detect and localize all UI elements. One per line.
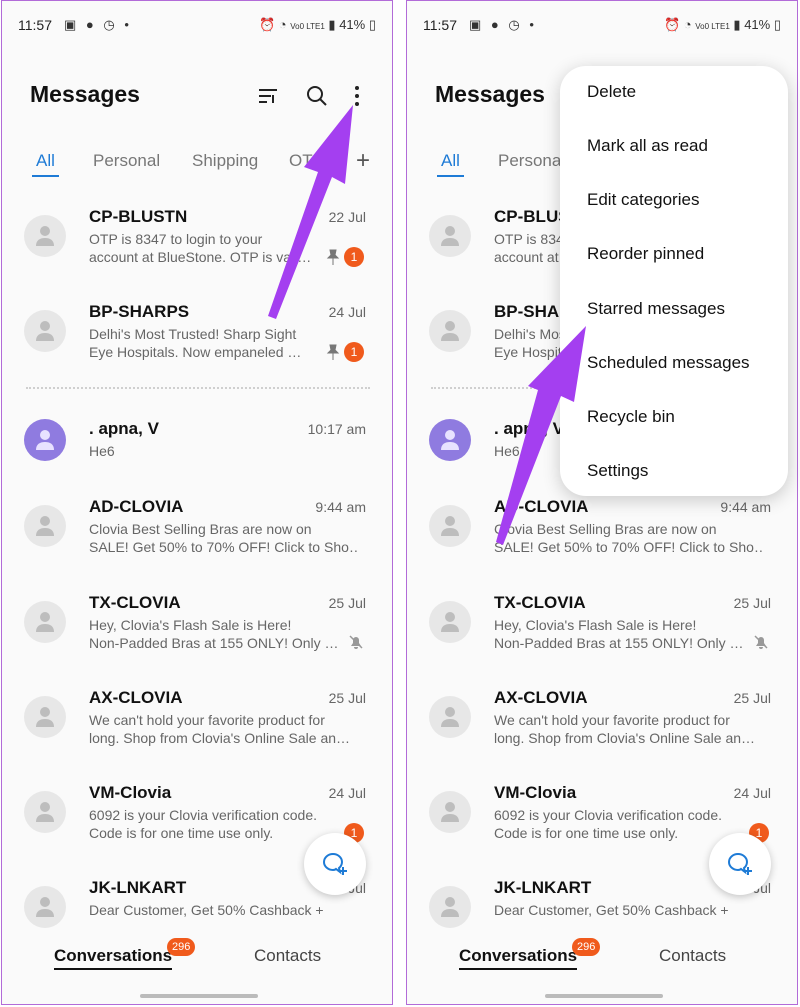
annotation-arrow-right [496, 326, 586, 545]
annotation-arrow-left [268, 105, 353, 319]
annotation-arrows [268, 105, 586, 545]
